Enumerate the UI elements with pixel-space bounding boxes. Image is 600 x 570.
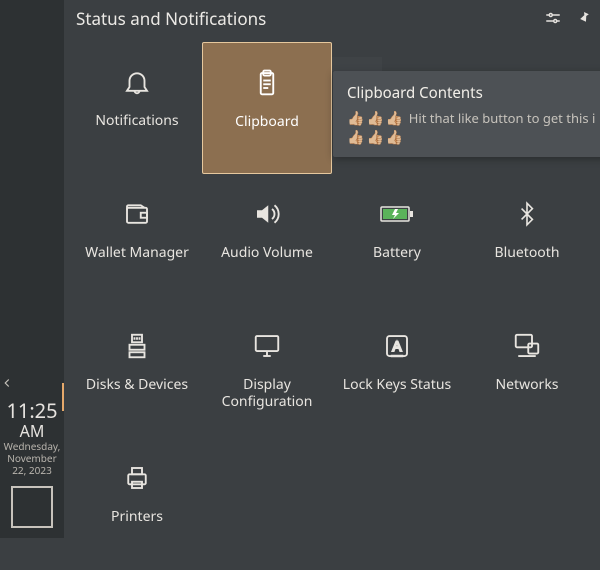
panel-title: Status and Notifications — [76, 7, 544, 30]
tooltip-body: 👍🏼👍🏼👍🏼 Hit that like button to get this … — [347, 109, 599, 147]
pin-icon — [574, 9, 592, 27]
configure-button[interactable] — [544, 9, 562, 27]
clipboard-tooltip: Clipboard Contents 👍🏼👍🏼👍🏼 Hit that like … — [333, 71, 600, 157]
thumbs-up-icon: 👍🏼 — [347, 129, 364, 147]
panel-titlebar: Status and Notifications — [64, 0, 600, 36]
applet-disks[interactable]: Disks & Devices — [72, 306, 202, 438]
devices-icon — [122, 331, 152, 361]
applet-label: Wallet Manager — [81, 244, 193, 261]
thumbs-up-icon: 👍🏼 — [366, 129, 383, 147]
show-desktop-button[interactable] — [11, 486, 53, 528]
applet-display[interactable]: Display Configuration — [202, 306, 332, 438]
monitor-icon — [251, 331, 283, 361]
thumbs-up-icon: 👍🏼 — [347, 110, 364, 128]
expand-panel-chevron[interactable] — [0, 370, 64, 390]
applet-label: Battery — [369, 244, 425, 261]
tooltip-text: Hit that like button to get this i — [409, 109, 596, 127]
speaker-icon — [252, 199, 282, 229]
applet-label: Bluetooth — [491, 244, 564, 261]
vertical-taskbar: 11:25 AM Wednesday, November 22, 2023 — [0, 0, 64, 538]
battery-icon — [380, 204, 414, 224]
bell-icon — [122, 67, 152, 97]
applet-label: Disks & Devices — [82, 376, 192, 393]
chevron-left-icon — [0, 376, 14, 390]
applet-label: Lock Keys Status — [339, 376, 455, 393]
pin-button[interactable] — [574, 9, 592, 27]
sliders-icon — [544, 9, 562, 27]
applet-wallet[interactable]: Wallet Manager — [72, 174, 202, 306]
printer-icon — [121, 463, 153, 493]
key-a-icon: A — [382, 331, 412, 361]
svg-text:A: A — [392, 339, 402, 354]
tooltip-title: Clipboard Contents — [347, 83, 599, 103]
clock-ampm: AM — [0, 422, 64, 440]
applet-networks[interactable]: Networks — [462, 306, 592, 438]
wallet-icon — [122, 199, 152, 229]
applet-notifications[interactable]: Notifications — [72, 42, 202, 174]
applet-printers[interactable]: Printers — [72, 438, 202, 570]
applet-battery[interactable]: Battery — [332, 174, 462, 306]
applet-label: Printers — [107, 508, 167, 525]
applet-label: Audio Volume — [217, 244, 317, 261]
applet-label: Clipboard — [231, 113, 303, 130]
clipboard-icon — [252, 68, 282, 98]
applet-clipboard[interactable]: Clipboard — [202, 42, 332, 174]
applet-label: Notifications — [91, 112, 182, 129]
applet-bluetooth[interactable]: Bluetooth — [462, 174, 592, 306]
taskbar-clock[interactable]: 11:25 AM Wednesday, November 22, 2023 — [0, 396, 64, 482]
thumbs-up-icon: 👍🏼 — [386, 129, 403, 147]
thumbs-up-icon: 👍🏼 — [366, 110, 383, 128]
clock-date-line3: 22, 2023 — [0, 464, 64, 476]
applet-label: Networks — [491, 376, 562, 393]
bluetooth-icon — [514, 199, 540, 229]
applet-lockkeys[interactable]: A Lock Keys Status — [332, 306, 462, 438]
applet-label: Display Configuration — [202, 376, 332, 410]
thumbs-up-icon: 👍🏼 — [386, 110, 403, 128]
applet-audio[interactable]: Audio Volume — [202, 174, 332, 306]
network-icon — [511, 331, 543, 361]
clock-time: 11:25 — [0, 400, 64, 422]
